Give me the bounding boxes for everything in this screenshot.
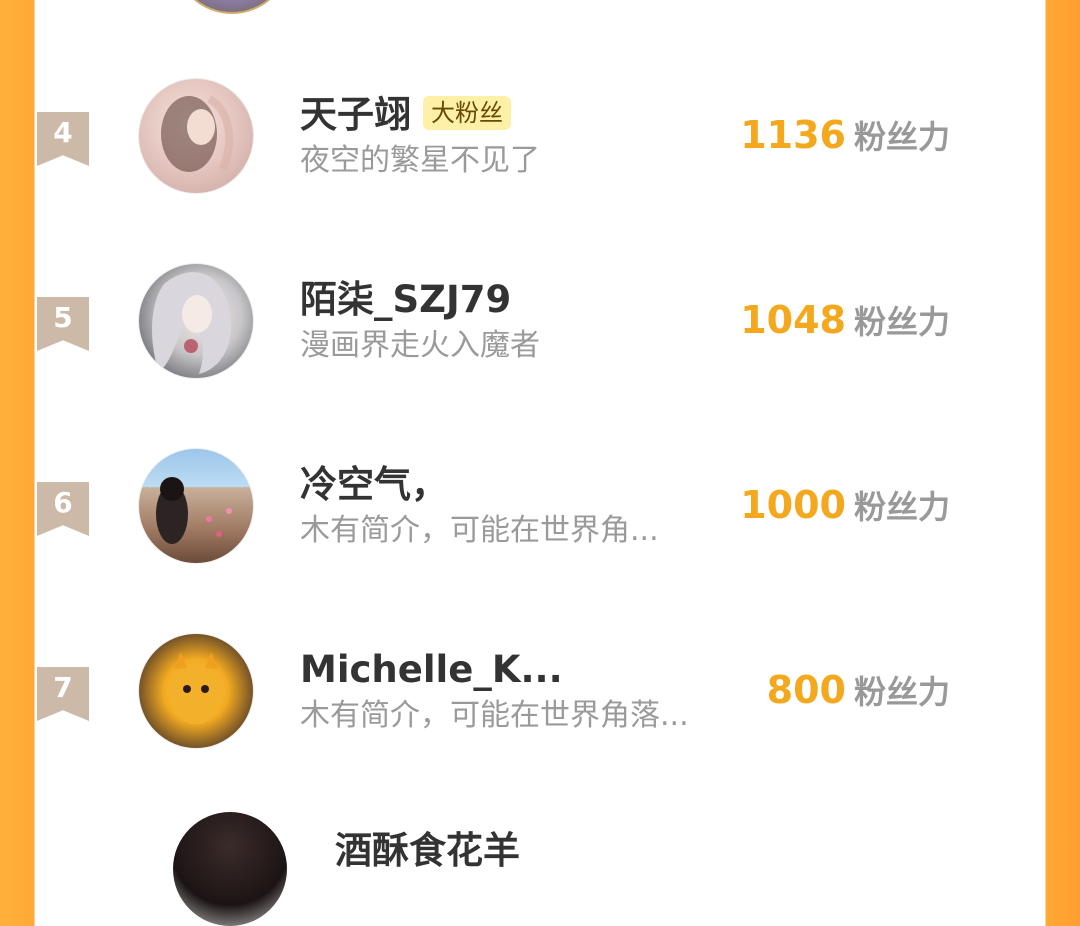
avatar[interactable] [138, 448, 254, 564]
fan-power: 1048 粉丝力 [740, 298, 950, 350]
ranking-row-7[interactable]: 7 Michelle_K... 木有简介，可能在世界角落... 800 粉丝力 [0, 630, 1010, 760]
ranking-row-6[interactable]: 6 冷空气， 木有简介，可能在世界角... 1000 粉丝力 [0, 445, 1010, 575]
user-bio: 漫画界走火入魔者 [300, 328, 540, 363]
rank-number: 4 [53, 116, 73, 149]
fan-power-value: 1000 [740, 483, 846, 527]
fan-power-value: 1048 [740, 298, 846, 342]
fan-power-value: 800 [766, 668, 846, 712]
rank-number: 7 [53, 671, 73, 704]
fan-power-unit: 粉丝力 [853, 303, 950, 341]
ranking-row-4[interactable]: 4 天子翊 大粉丝 夜空的繁星不见了 1136 粉丝力 [0, 75, 1010, 205]
user-name[interactable]: 冷空气， [300, 463, 448, 507]
user-bio: 木有简介，可能在世界角... [300, 513, 659, 548]
user-name[interactable]: 天子翊 大粉丝 [300, 93, 511, 137]
fan-power: 800 粉丝力 [767, 668, 950, 720]
rank-badge: 6 [37, 482, 89, 536]
user-bio: 夜空的繁星不见了 [300, 143, 540, 178]
ranking-row-5[interactable]: 5 陌柒_SZJ79 漫画界走火入魔者 1048 粉丝力 [0, 260, 1010, 390]
rank-number: 6 [53, 486, 73, 519]
user-name[interactable]: 陌柒_SZJ79 [300, 278, 511, 322]
user-name[interactable]: Michelle_K... [300, 648, 563, 692]
fan-level-badge: 大粉丝 [423, 95, 511, 130]
user-bio: 木有简介，可能在世界角落... [300, 698, 689, 733]
avatar[interactable] [138, 633, 254, 749]
user-name-text[interactable]: 天子翊 [300, 93, 411, 136]
rank-badge: 4 [37, 112, 89, 166]
avatar[interactable] [138, 263, 254, 379]
fan-power-unit: 粉丝力 [853, 673, 950, 711]
rank-badge: 7 [37, 667, 89, 721]
fan-power: 1000 粉丝力 [740, 483, 950, 535]
fan-power-unit: 粉丝力 [853, 118, 950, 156]
fan-power-unit: 粉丝力 [853, 488, 950, 526]
avatar[interactable] [138, 78, 254, 194]
user-name-next[interactable]: 酒酥食花羊 [335, 820, 520, 874]
avatar-next-rank[interactable] [173, 812, 287, 926]
fan-power: 1136 粉丝力 [740, 113, 950, 165]
rank-badge: 5 [37, 297, 89, 351]
fan-power-value: 1136 [740, 113, 846, 157]
rank-number: 5 [53, 301, 73, 334]
